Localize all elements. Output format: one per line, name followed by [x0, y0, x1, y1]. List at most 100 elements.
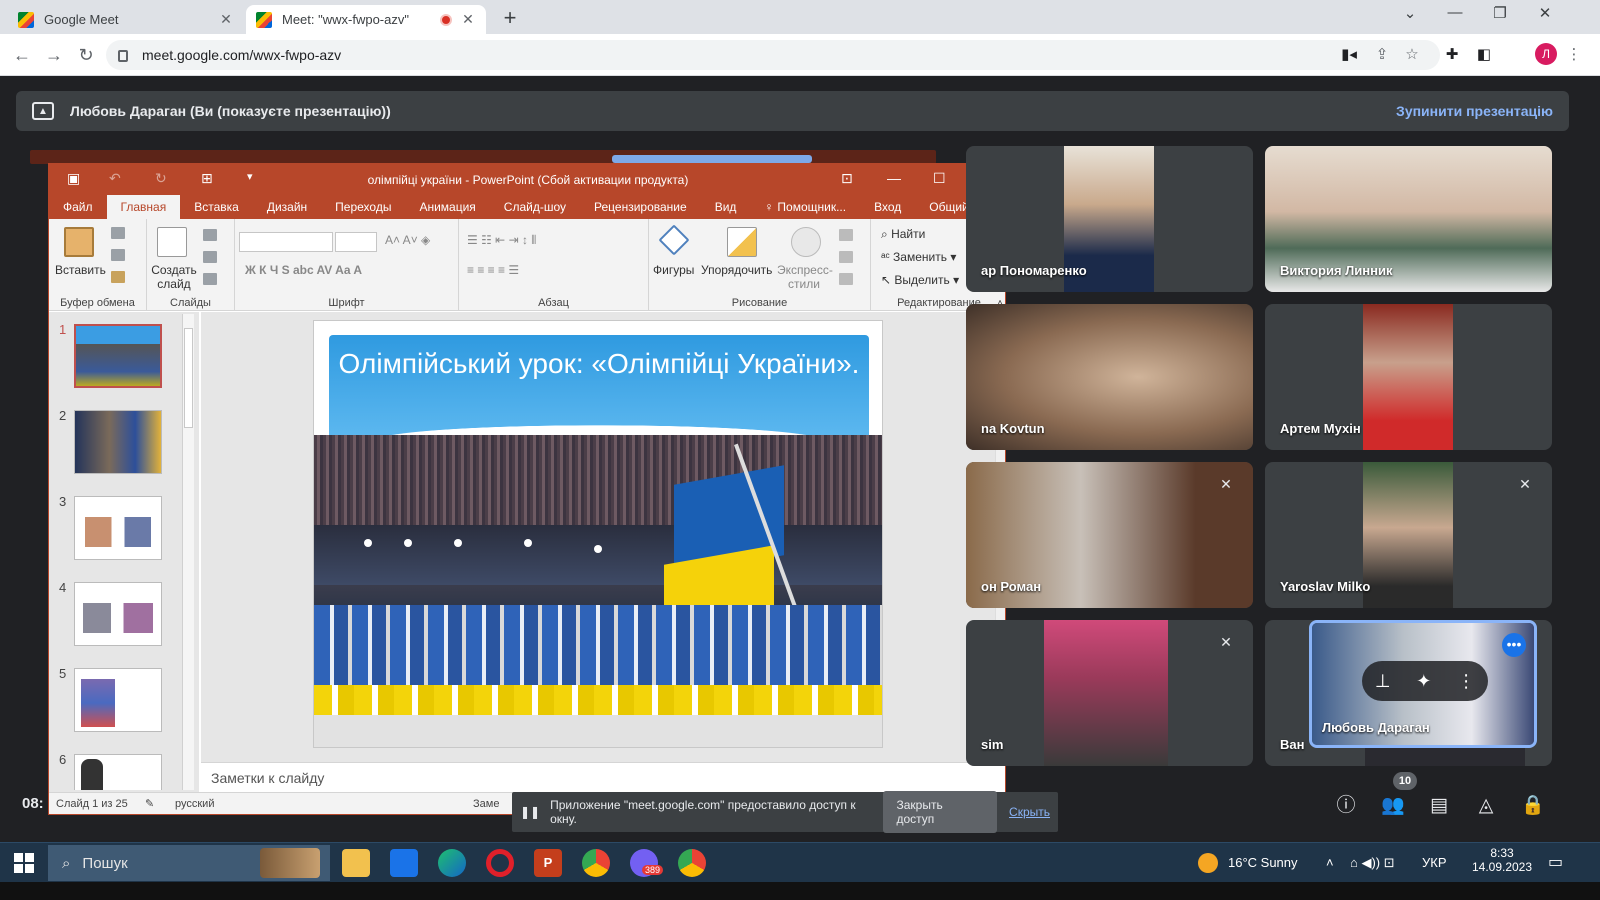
stop-presenting-button[interactable]: Зупинити презентацію	[1396, 103, 1553, 119]
font-name-input[interactable]	[239, 232, 333, 252]
shapes-label[interactable]: Фигуры	[653, 263, 694, 277]
new-slide-label[interactable]: Создать слайд	[151, 263, 197, 291]
align-icons[interactable]: ≡ ≡ ≡ ≡ ☰	[467, 263, 519, 277]
host-controls-icon[interactable]: 🔒	[1520, 793, 1546, 819]
language-status[interactable]: русский	[175, 798, 214, 810]
minimize-icon[interactable]: —	[1435, 4, 1475, 21]
quick-styles-icon[interactable]	[791, 227, 821, 257]
notes-pane[interactable]: Заметки к слайду	[201, 762, 1005, 792]
tab-search-icon[interactable]: ⌄	[1390, 4, 1430, 22]
shape-effects-icon[interactable]	[839, 273, 853, 285]
close-icon[interactable]: ✕	[218, 11, 234, 28]
paste-icon[interactable]	[64, 227, 94, 257]
slide-thumbnail-4[interactable]	[74, 582, 162, 646]
close-access-button[interactable]: Закрыть доступ	[882, 791, 998, 833]
tab-transitions[interactable]: Переходы	[321, 200, 405, 214]
reset-icon[interactable]	[203, 251, 217, 263]
shape-fill-icon[interactable]	[839, 229, 853, 241]
menu-icon[interactable]: ⋮	[1562, 43, 1586, 67]
slide-thumbnail-2[interactable]	[74, 410, 162, 474]
hide-link[interactable]: Скрыть	[1009, 805, 1050, 819]
section-icon[interactable]	[203, 273, 217, 285]
sign-in-link[interactable]: Вход	[860, 200, 915, 214]
cut-icon[interactable]	[111, 227, 125, 239]
find-button[interactable]: ⌕ Найти	[881, 227, 925, 242]
replace-button[interactable]: ᵃᶜ Заменить ▾	[881, 250, 956, 264]
weather-text[interactable]: 16°C Sunny	[1228, 855, 1298, 870]
address-bar[interactable]: meet.google.com/wwx-fwpo-azv	[106, 40, 1440, 70]
tab-animation[interactable]: Анимация	[405, 200, 489, 214]
edge-icon[interactable]	[438, 849, 466, 877]
taskbar-search[interactable]: ⌕ Пошук	[48, 845, 330, 881]
tab-view[interactable]: Вид	[701, 200, 751, 214]
font-format-icons[interactable]: Ж К Ч S abc AV Aa A	[245, 263, 362, 277]
restore-icon[interactable]: ❐	[1480, 4, 1520, 22]
forward-icon[interactable]: →	[40, 42, 68, 68]
font-grow-icon[interactable]: A˄ A˅ ◈	[385, 233, 430, 247]
star-icon[interactable]: ☆	[1400, 43, 1424, 67]
chrome-profile-icon[interactable]	[582, 849, 610, 877]
taskbar-clock[interactable]: 8:33 14.09.2023	[1470, 846, 1534, 874]
tab-slideshow[interactable]: Слайд-шоу	[490, 200, 580, 214]
share-icon[interactable]: ⇪	[1370, 43, 1394, 67]
tab-file[interactable]: Файл	[49, 200, 107, 214]
tab-google-meet[interactable]: Google Meet ✕	[8, 5, 244, 34]
tab-design[interactable]: Дизайн	[253, 200, 321, 214]
back-icon[interactable]: ←	[8, 42, 36, 68]
copy-icon[interactable]	[111, 249, 125, 261]
participant-tile[interactable]: ар Пономаренко	[966, 146, 1253, 292]
people-icon[interactable]: 👥	[1380, 793, 1406, 819]
ppt-maximize-icon[interactable]: ☐	[933, 170, 946, 187]
powerpoint-icon[interactable]: P	[534, 849, 562, 877]
input-language[interactable]: УКР	[1422, 855, 1447, 870]
profile-avatar[interactable]: Л	[1535, 43, 1557, 65]
chrome-icon[interactable]	[678, 849, 706, 877]
spellcheck-icon[interactable]: ✎	[145, 797, 154, 810]
slide-thumbnail-1[interactable]	[74, 324, 162, 388]
more-options-icon[interactable]: ⋮	[1457, 671, 1475, 692]
tab-insert[interactable]: Вставка	[180, 200, 253, 214]
file-explorer-icon[interactable]	[342, 849, 370, 877]
pin-icon[interactable]: ⊥	[1375, 671, 1391, 692]
shapes-icon[interactable]	[658, 224, 690, 256]
windows-start-icon[interactable]	[14, 853, 34, 873]
new-tab-button[interactable]: +	[498, 5, 522, 31]
notes-toggle[interactable]: Заме	[473, 798, 499, 810]
layout-icon[interactable]	[203, 229, 217, 241]
close-icon[interactable]: ✕	[460, 11, 476, 28]
shape-outline-icon[interactable]	[839, 251, 853, 263]
tray-icons[interactable]: ⌂ ◀)) ⊡	[1350, 855, 1395, 871]
chat-icon[interactable]: ▤	[1426, 793, 1452, 819]
activities-icon[interactable]: ◬	[1473, 793, 1499, 819]
slide-thumbnail-6[interactable]	[74, 754, 162, 790]
opera-icon[interactable]	[486, 849, 514, 877]
slide-thumbnail-3[interactable]	[74, 496, 162, 560]
self-participant-tile[interactable]: ⊥ ✦ ⋮ ••• Любовь Дараган	[1309, 620, 1537, 748]
ppt-minimize-icon[interactable]: —	[887, 170, 901, 186]
current-slide[interactable]: Олімпійський урок: «Олімпійці України».	[313, 320, 883, 748]
participant-tile[interactable]: Артем Мухін	[1265, 304, 1552, 450]
participant-tile[interactable]: ✕ sim	[966, 620, 1253, 766]
arrange-label[interactable]: Упорядочить	[701, 263, 772, 277]
side-panel-icon[interactable]: ◧	[1472, 43, 1496, 67]
close-window-icon[interactable]: ✕	[1525, 4, 1565, 22]
quick-styles-label[interactable]: Экспресс-стили	[777, 263, 833, 291]
tab-meet-session[interactable]: Meet: "wwx-fwpo-azv" ✕	[246, 5, 486, 34]
participant-tile[interactable]: Виктория Линник	[1265, 146, 1552, 292]
slide-thumbnail-5[interactable]	[74, 668, 162, 732]
tab-assistant[interactable]: Помощник...	[773, 200, 860, 214]
info-icon[interactable]: ⓘ	[1333, 793, 1359, 819]
mail-icon[interactable]	[390, 849, 418, 877]
notifications-icon[interactable]: ▭	[1548, 852, 1563, 872]
list-icons[interactable]: ☰ ☷ ⇤ ⇥ ↕ ⫴	[467, 233, 536, 248]
tab-home[interactable]: Главная	[106, 195, 181, 219]
tray-chevron-icon[interactable]: ˄	[1326, 855, 1334, 870]
select-button[interactable]: ↖ Выделить ▾	[881, 273, 959, 287]
paste-label[interactable]: Вставить	[55, 263, 106, 277]
participant-tile[interactable]: ✕ он Роман	[966, 462, 1253, 608]
participant-tile[interactable]: na Kovtun	[966, 304, 1253, 450]
new-slide-icon[interactable]	[157, 227, 187, 257]
arrange-icon[interactable]	[727, 227, 757, 257]
reload-icon[interactable]: ↻	[72, 42, 100, 68]
ribbon-display-icon[interactable]: ⊡	[841, 170, 853, 187]
